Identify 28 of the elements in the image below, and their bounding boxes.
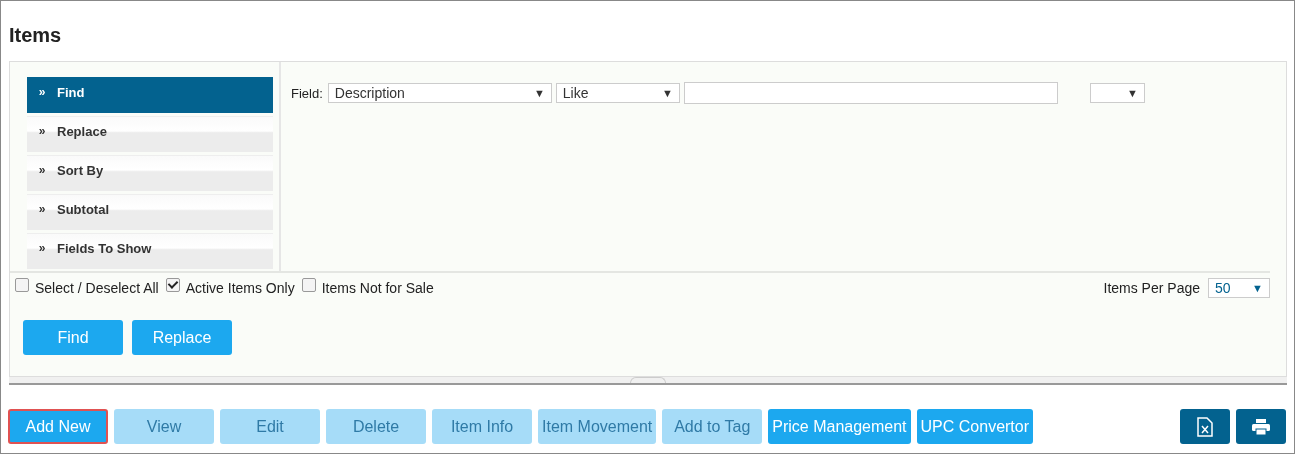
extra-dropdown[interactable]: ▼ <box>1089 83 1145 103</box>
items-per-page-label: Items Per Page <box>1103 279 1200 296</box>
field-label: Field: <box>291 85 323 101</box>
panel-button[interactable]: Replace <box>132 320 232 355</box>
toolbar-button[interactable]: Add New <box>8 409 108 444</box>
checkbox[interactable] <box>165 277 180 292</box>
toolbar-button[interactable]: Price Management <box>768 409 911 444</box>
value-input[interactable] <box>683 82 1058 104</box>
items-per-page-dropdown[interactable]: 50 ▼ <box>1208 277 1270 298</box>
menu-item[interactable]: » Replace <box>27 116 273 152</box>
checkbox-label: Select / Deselect All <box>35 279 159 296</box>
checkbox[interactable] <box>15 277 29 292</box>
menu-item[interactable]: » Sort By <box>27 155 273 191</box>
menu-item[interactable]: » Subtotal <box>27 194 273 230</box>
menu-item[interactable]: » Find <box>27 77 273 113</box>
page-title: Items <box>8 23 63 48</box>
operator-dropdown[interactable]: Like ▼ <box>555 83 680 103</box>
checkbox[interactable] <box>301 277 316 292</box>
panel-button[interactable]: Find <box>23 320 123 355</box>
toolbar-button[interactable]: UPC Convertor <box>916 409 1034 444</box>
menu-item[interactable]: » Fields To Show <box>27 233 273 269</box>
checkbox-label: Active Items Only <box>185 279 295 296</box>
excel-export-button[interactable] <box>1180 409 1230 444</box>
field-dropdown[interactable]: Description ▼ <box>327 83 552 103</box>
print-button[interactable] <box>1236 409 1286 444</box>
printer-icon <box>1252 418 1270 435</box>
spreadsheet-file-icon <box>1197 416 1213 437</box>
checkbox-label: Items Not for Sale <box>321 279 434 296</box>
